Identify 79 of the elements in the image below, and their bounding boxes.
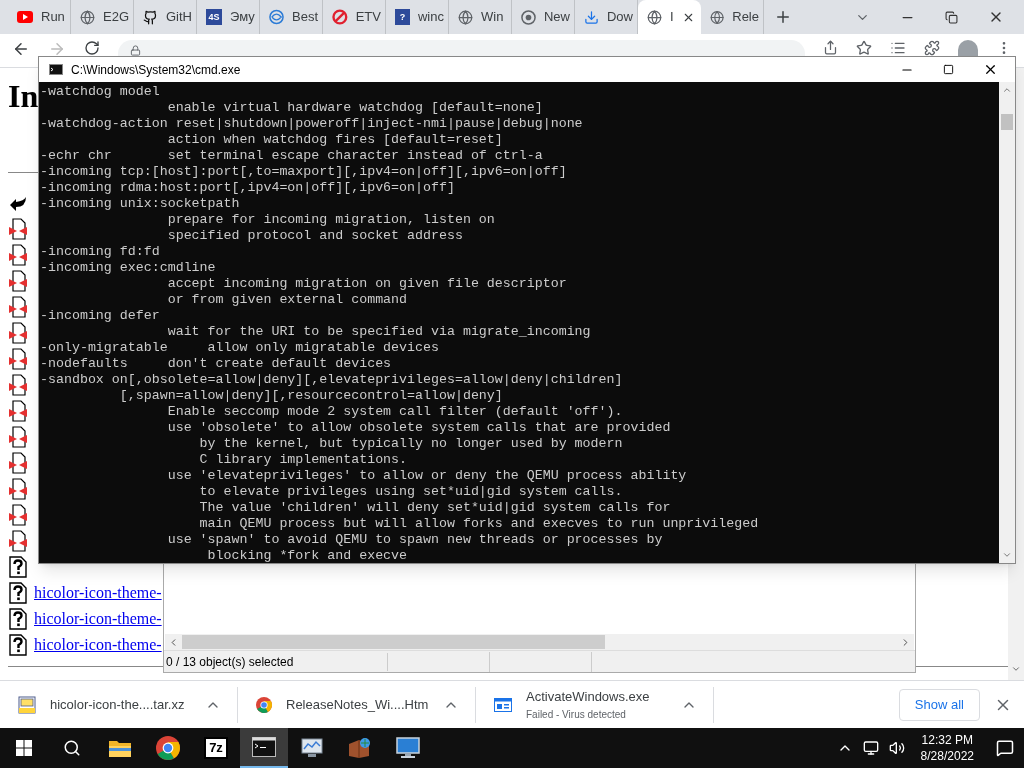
lock-icon: [130, 45, 141, 56]
app-logo: 7z: [204, 737, 228, 759]
file-link[interactable]: hicolor-icon-theme-: [34, 607, 162, 631]
scrollbar-thumb[interactable]: [182, 635, 605, 649]
broken-file-icon: [8, 478, 28, 500]
download-name[interactable]: hicolor-icon-the....tar.xz: [50, 694, 191, 715]
scroll-down-icon[interactable]: [1002, 550, 1012, 560]
console-scrollbar[interactable]: [999, 82, 1015, 563]
broken-file-icon: [8, 296, 28, 318]
broken-file-icon: [8, 218, 28, 240]
download-name[interactable]: ReleaseNotes_Wi....Htm: [286, 694, 429, 715]
unknown-file-icon: [8, 582, 28, 604]
broken-file-icon: [8, 426, 28, 448]
swirl-icon: [269, 9, 284, 25]
globe-icon: [710, 9, 725, 25]
taskbar-app[interactable]: 7z: [192, 728, 240, 768]
globe-icon: [80, 9, 95, 25]
download-status: Failed - Virus detected: [526, 707, 627, 722]
window-file-icon: [494, 697, 512, 712]
broken-file-icon: [8, 504, 28, 526]
scrollbar-thumb[interactable]: [1001, 114, 1013, 130]
restore-icon[interactable]: [945, 10, 958, 24]
download-name[interactable]: ActivateWindows.exe: [526, 687, 667, 707]
cat-icon: [143, 9, 158, 25]
file-link[interactable]: hicolor-icon-theme-: [34, 581, 162, 605]
badge-icon: ?: [395, 9, 410, 25]
page-heading: In: [8, 78, 39, 114]
network-icon[interactable]: [862, 740, 879, 756]
clock-time[interactable]: 12:32 PM: [921, 732, 973, 748]
badge-icon: 4S: [206, 9, 222, 25]
folder-icon: [108, 738, 132, 758]
maximize-icon[interactable]: [943, 64, 954, 75]
forward-icon[interactable]: [48, 40, 66, 58]
close-icon[interactable]: [983, 62, 998, 77]
broken-file-icon: [8, 530, 28, 552]
globe-icon: [647, 9, 662, 25]
status-text: 0 / 13 object(s) selected: [164, 652, 388, 671]
search-icon: [63, 739, 81, 757]
broken-file-icon: [8, 400, 28, 422]
archive-file-icon: [18, 695, 36, 714]
package-globe-icon: [347, 737, 373, 759]
broken-file-icon: [8, 348, 28, 370]
terminal-icon: [49, 64, 63, 75]
unknown-file-icon: [8, 608, 28, 630]
no-sign-icon: [332, 9, 348, 25]
taskbar-app[interactable]: [240, 728, 288, 768]
chart-monitor-icon: [299, 737, 325, 759]
broken-file-icon: [8, 374, 28, 396]
globe-icon: [458, 9, 473, 25]
notifications-icon[interactable]: [996, 739, 1014, 757]
clock-date[interactable]: 8/28/2022: [920, 748, 974, 764]
extension-icon[interactable]: [924, 40, 940, 56]
unknown-file-icon: [8, 556, 28, 578]
windows-logo-icon: [16, 740, 32, 756]
download-icon: [584, 9, 599, 25]
terminal-icon: [252, 737, 276, 757]
star-icon[interactable]: [856, 40, 872, 56]
profile-avatar[interactable]: [958, 40, 978, 56]
show-all-button[interactable]: Show all: [898, 688, 980, 721]
broken-file-icon: [8, 452, 28, 474]
video-icon: [17, 11, 33, 23]
file-link[interactable]: hicolor-icon-theme-: [34, 633, 162, 657]
console-output: -watchdog model enable virtual hardware watchdog [default=none] -watchdog-action reset|shutdown|poweroff|inject-nmi|pause|debug|none action when watchdog fires [default=reset] -echr chr set terminal escape character instead of ctrl-a -incoming tcp:[host]:port[,to=maxport][,ipv4=on|off][,ipv6=on|off] -incoming rdma:host:port[,ipv4=on|off][,ipv6=on|off] -incoming unix:socketpath prepare for incoming migration, listen on specified protocol and socket address -incoming fd:fd -incoming exec:cmdline accept incoming migration on given file descriptor or from given external command -incoming defer wait for the URI to be specified via migrate_incoming -only-migratable allow only migratable devices -nodefaults don't create default devices -sandbox on[,obsolete=allow|deny][,elevateprivileges=allow|deny|children] [,spawn=allow|deny][,resourcecontrol=allow|deny] Enable seccomp mode 2 system call filter (default 'off'). use 'obsolete' to allow obsolete system calls that are provided by the kernel, but typically no longer used by modern C library implementations. use 'elevateprivileges' to allow or deny the QEMU process ability to elevate privileges using set*uid|gid system calls. The value 'children' will deny set*uid|gid system calls for main QEMU process but will allow forks and execves to run unprivileged use 'spawn' to avoid QEMU to spawn new threads or processes by blocking *fork and execve: [39, 83, 760, 563]
window-title: C:\Windows\System32\cmd.exe: [71, 61, 241, 79]
horizontal-scrollbar[interactable]: [165, 634, 914, 650]
share-icon[interactable]: [823, 40, 838, 55]
reload-icon[interactable]: [84, 40, 100, 56]
broken-file-icon: [8, 244, 28, 266]
browser-tab[interactable]: I: [638, 0, 701, 34]
scroll-up-icon[interactable]: [1002, 85, 1012, 95]
new-tab-icon[interactable]: [774, 8, 792, 26]
scroll-down-icon[interactable]: [1011, 664, 1021, 674]
broken-file-icon: [8, 322, 28, 344]
computer-icon: [395, 737, 421, 759]
broken-file-icon: [8, 270, 28, 292]
back-icon[interactable]: [12, 40, 30, 58]
volume-icon[interactable]: [888, 740, 905, 756]
unknown-file-icon: [8, 634, 28, 656]
list-icon[interactable]: [890, 40, 906, 56]
